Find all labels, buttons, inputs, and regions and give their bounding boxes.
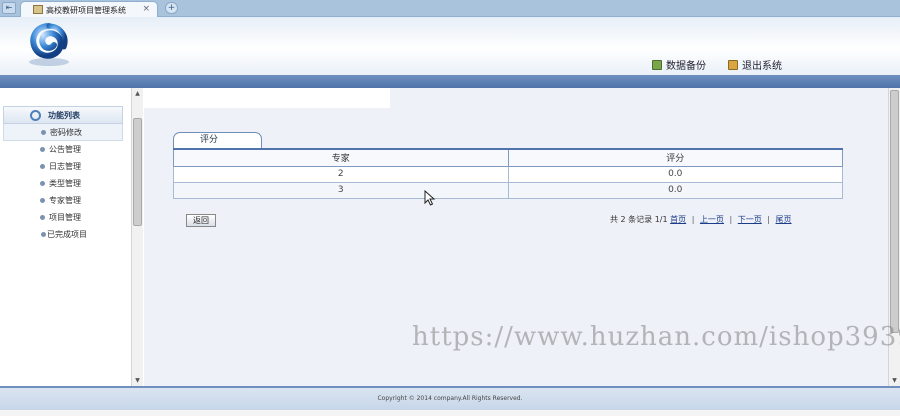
close-tab-icon[interactable]: × <box>142 4 150 14</box>
new-tab-icon[interactable]: + <box>165 2 178 14</box>
bottom-strip <box>0 410 900 416</box>
browser-tab-title: 高校教研项目管理系统 <box>46 6 126 15</box>
scroll-down-icon[interactable]: ▼ <box>889 375 900 386</box>
scroll-up-icon[interactable]: ▲ <box>132 88 143 99</box>
backup-icon <box>652 59 662 70</box>
sidebar-item-label: 密码修改 <box>50 127 82 137</box>
main-content: 评分 专家 评分 2 0.0 3 0.0 返回 共 2 条记录 1/1 首页 |… <box>144 88 888 386</box>
bullet-icon <box>40 198 45 203</box>
sidebar-item-label: 日志管理 <box>49 162 81 171</box>
sidebar-scroll-thumb[interactable] <box>133 118 142 226</box>
bullet-icon <box>41 232 46 237</box>
main-scroll-thumb[interactable] <box>890 90 899 333</box>
main-scrollbar[interactable]: ▲ ▼ <box>888 88 900 386</box>
panel-title: 评分 <box>173 132 262 148</box>
tab-nav-icon[interactable]: ⇤ <box>2 2 16 14</box>
sidebar-item-logs[interactable]: 日志管理 <box>3 158 123 175</box>
nav-bar <box>0 75 900 88</box>
pagination: 共 2 条记录 1/1 首页 | 上一页 | 下一页 | 尾页 <box>610 214 792 225</box>
function-list-title: 功能列表 <box>48 110 80 120</box>
sidebar-item-label: 专家管理 <box>49 196 81 205</box>
pager-separator: | <box>729 215 733 224</box>
table-row: 2 0.0 <box>173 165 843 183</box>
sidebar-item-projects[interactable]: 项目管理 <box>3 209 123 226</box>
header-links: 数据备份 退出系统 <box>652 57 782 72</box>
sidebar-item-password[interactable]: 密码修改 <box>3 124 123 141</box>
expert-cell: 2 <box>173 165 509 183</box>
app-header: 数据备份 退出系统 <box>0 17 900 75</box>
logout-label: 退出系统 <box>742 61 782 72</box>
last-page-link[interactable]: 尾页 <box>776 215 792 224</box>
bullet-icon <box>40 215 45 220</box>
bullet-icon <box>41 130 46 135</box>
mouse-cursor-icon <box>424 190 436 206</box>
function-list-header: 功能列表 <box>3 106 123 124</box>
pager-separator: | <box>767 215 770 224</box>
pager-separator: | <box>691 215 695 224</box>
sidebar-item-completed-projects[interactable]: 已完成项目 <box>3 226 123 243</box>
sidebar: 功能列表 密码修改 公告管理 日志管理 类型管理 专家管理 项目管理 已完成项目 <box>0 88 143 386</box>
data-backup-label: 数据备份 <box>666 61 706 72</box>
bullet-icon <box>40 164 45 169</box>
scroll-down-icon[interactable]: ▼ <box>132 375 143 386</box>
bullet-icon <box>40 181 45 186</box>
score-cell: 0.0 <box>507 181 843 199</box>
expert-cell: 3 <box>173 181 509 199</box>
prev-page-link[interactable]: 上一页 <box>700 215 724 224</box>
logout-link[interactable]: 退出系统 <box>728 57 782 72</box>
search-icon <box>30 110 41 121</box>
sidebar-item-types[interactable]: 类型管理 <box>3 175 123 192</box>
browser-tab[interactable]: 高校教研项目管理系统 × <box>20 1 158 17</box>
bullet-icon <box>40 147 45 152</box>
function-list: 功能列表 密码修改 公告管理 日志管理 类型管理 专家管理 项目管理 已完成项目 <box>3 106 123 386</box>
sidebar-item-label: 已完成项目 <box>47 230 87 239</box>
column-header-score: 评分 <box>507 148 843 167</box>
first-page-link[interactable]: 首页 <box>670 215 686 224</box>
score-cell: 0.0 <box>507 165 843 183</box>
sidebar-item-label: 项目管理 <box>49 213 81 222</box>
page-icon <box>33 5 43 14</box>
table-row: 3 0.0 <box>173 181 843 199</box>
browser-tab-bar: ⇤ 高校教研项目管理系统 × + <box>0 0 900 17</box>
sidebar-scrollbar[interactable]: ▲ ▼ <box>131 88 143 386</box>
pagination-summary: 共 2 条记录 1/1 <box>610 215 668 224</box>
footer: Copyright © 2014 company.All Rights Rese… <box>0 386 900 410</box>
score-table: 专家 评分 2 0.0 3 0.0 <box>173 148 843 199</box>
back-button[interactable]: 返回 <box>186 214 216 227</box>
copyright-text: Copyright © 2014 company.All Rights Rese… <box>377 395 523 402</box>
sidebar-item-label: 公告管理 <box>49 145 81 154</box>
column-header-expert: 专家 <box>173 148 509 167</box>
next-page-link[interactable]: 下一页 <box>738 215 762 224</box>
exit-icon <box>728 59 738 70</box>
app-logo <box>29 23 69 66</box>
sidebar-item-experts[interactable]: 专家管理 <box>3 192 123 209</box>
sidebar-item-label: 类型管理 <box>49 179 81 188</box>
sidebar-item-announcements[interactable]: 公告管理 <box>3 141 123 158</box>
data-backup-link[interactable]: 数据备份 <box>652 57 706 72</box>
content-top-strip <box>144 88 390 108</box>
